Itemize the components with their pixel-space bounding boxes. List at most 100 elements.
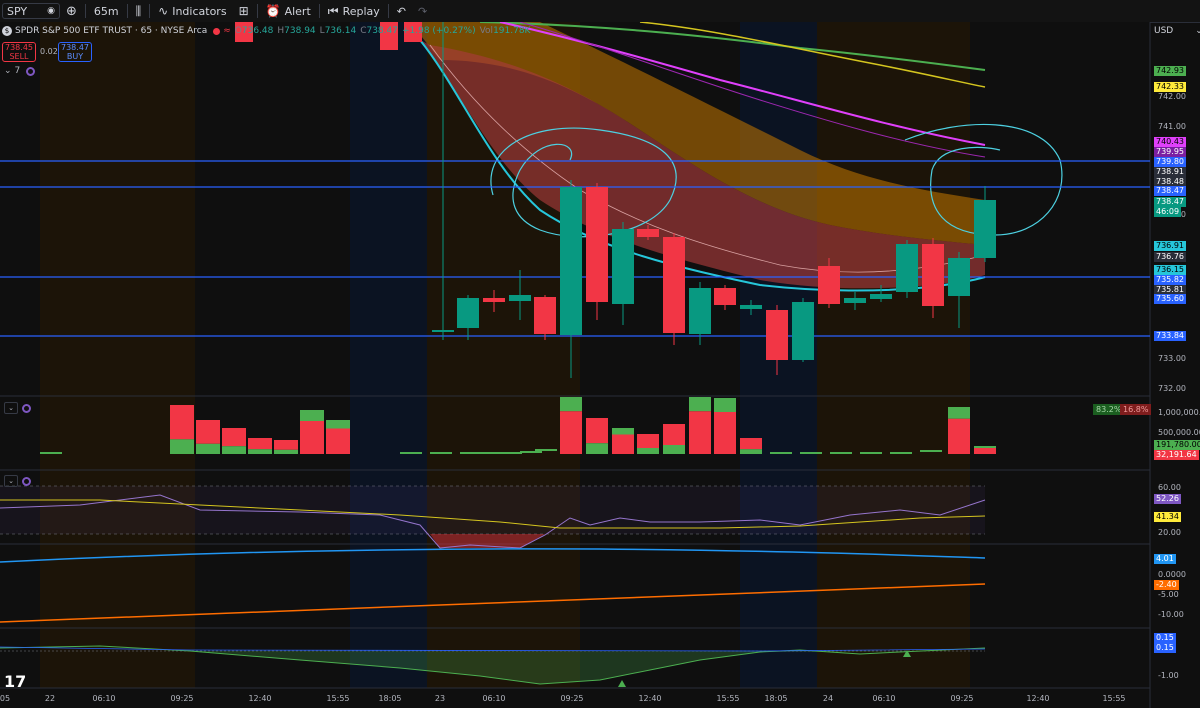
high-value: 738.94 — [284, 26, 316, 36]
time-tick: 06:10 — [482, 694, 506, 703]
candle-body — [560, 187, 582, 335]
chart-type-button[interactable]: ⫼ — [130, 0, 148, 22]
candle-body — [432, 330, 454, 332]
buy-button[interactable]: 738.47 BUY — [58, 42, 92, 62]
session-band — [40, 22, 195, 688]
trend-tag: 4.01 — [1154, 554, 1176, 564]
candle-body — [509, 295, 531, 301]
layouts-button[interactable]: ⊞ — [233, 0, 255, 22]
alarm-icon: ⏰ — [265, 4, 281, 18]
settings-icon[interactable] — [22, 476, 31, 486]
divider — [84, 4, 86, 18]
time-tick: 15:55 — [1102, 694, 1126, 703]
price-tag: 735.82 — [1154, 275, 1186, 285]
volume-bar-bottom — [663, 445, 685, 454]
candle-body — [534, 297, 556, 334]
volume-bar-bottom — [612, 434, 634, 454]
rsi-band — [0, 486, 985, 534]
close-value: 738.47 — [366, 26, 398, 36]
osc-tag: 0.15 — [1154, 643, 1176, 653]
time-tick: 12:40 — [638, 694, 662, 703]
volume-bar-top — [974, 446, 996, 448]
time-tick: 06:10 — [92, 694, 116, 703]
candle-body — [766, 310, 788, 360]
volume-pane-toggle[interactable]: ⌄ — [4, 402, 31, 414]
indicators-button[interactable]: ∿ Indicators — [152, 0, 232, 22]
volume-bar-bottom — [948, 418, 970, 454]
rsi-tag: 52.26 — [1154, 494, 1181, 504]
symbol-search[interactable]: SPY ◉ — [2, 3, 60, 19]
replay-button[interactable]: ⏮ Replay — [322, 0, 386, 22]
time-tick: 18:05 — [764, 694, 788, 703]
sell-pct-badge: 16.8% — [1120, 404, 1152, 415]
volume-bar-top — [586, 418, 608, 444]
volume-bar-bottom — [714, 412, 736, 454]
eye-icon[interactable]: ◉ — [47, 6, 55, 16]
volume-bar-small — [535, 449, 557, 451]
vol-value: 191.78K — [493, 26, 531, 36]
price-tick: 741.00 — [1158, 122, 1186, 131]
volume-bar-small — [860, 452, 882, 454]
volume-bar-bottom — [740, 449, 762, 454]
redo-button[interactable]: ↷ — [412, 0, 433, 22]
replay-label: Replay — [342, 4, 380, 18]
time-tick: 09:25 — [560, 694, 584, 703]
high-label: H — [277, 26, 285, 36]
chevron-down-icon: ⌄ — [1195, 26, 1200, 36]
interval-button[interactable]: 65m — [88, 0, 125, 22]
time-tick: 06:10 — [872, 694, 896, 703]
currency-selector[interactable]: USD ⌄ — [1154, 26, 1200, 36]
vol-label: Vol — [479, 26, 494, 36]
time-tick: 24 — [822, 694, 834, 703]
session-band — [970, 22, 1150, 688]
volume-bar-top — [637, 434, 659, 448]
symbol-text: SPY — [7, 4, 28, 18]
undo-button[interactable]: ↶ — [391, 0, 412, 22]
currency-label: USD — [1154, 26, 1174, 36]
volume-bar-small — [480, 452, 502, 454]
volume-bar-small — [520, 451, 542, 453]
volume-tag: 191,780.00 — [1154, 440, 1200, 450]
settings-icon[interactable] — [22, 403, 31, 413]
rsi-pane-toggle[interactable]: ⌄ — [4, 475, 31, 487]
divider — [318, 4, 320, 18]
candle-body — [818, 266, 840, 304]
volume-bar-top — [196, 420, 220, 444]
tradingview-logo[interactable]: 17 — [4, 672, 26, 691]
add-symbol-button[interactable]: ⊕ — [60, 0, 83, 22]
time-tick: 05 — [0, 694, 11, 703]
price-tag: 742.33 — [1154, 82, 1186, 92]
price-tag: 735.60 — [1154, 294, 1186, 304]
osc-tick: -1.00 — [1158, 671, 1179, 680]
sell-button[interactable]: 738.45 SELL — [2, 42, 36, 62]
symbol-logo-icon: $ — [2, 26, 12, 36]
spread-value: 0.02 — [40, 47, 58, 56]
alert-button[interactable]: ⏰ Alert — [260, 0, 317, 22]
volume-bar-top — [560, 397, 582, 412]
chart-canvas[interactable] — [0, 22, 1200, 708]
price-tag: 740.43 — [1154, 137, 1186, 147]
time-tick: 12:40 — [248, 694, 272, 703]
candle-body — [637, 229, 659, 237]
grid-icon: ⊞ — [238, 4, 249, 18]
plus-circle-icon: ⊕ — [66, 3, 77, 19]
open-label: O — [234, 26, 242, 36]
volume-bar-bottom — [974, 448, 996, 454]
candle-body — [714, 288, 736, 305]
chevron-down-icon: ⌄ — [4, 475, 18, 487]
volume-tick: 500,000.00 — [1158, 428, 1200, 437]
volume-bar-small — [460, 452, 482, 454]
indicators-icon: ∿ — [158, 4, 169, 18]
data-source-icon: ≈ — [223, 26, 231, 36]
price-tag: 733.84 — [1154, 331, 1186, 341]
indicators-toggle[interactable]: ⌄ 7 — [4, 66, 36, 76]
volume-bar-top — [740, 438, 762, 450]
price-tag: 739.95 — [1154, 147, 1186, 157]
price-tag: 46:09 — [1154, 207, 1182, 217]
settings-icon[interactable] — [26, 66, 36, 76]
candle-body — [457, 298, 479, 328]
redo-icon: ↷ — [418, 4, 428, 18]
price-tag: 738.47 — [1154, 197, 1186, 207]
volume-bar-top — [326, 420, 350, 429]
legend-title[interactable]: SPDR S&P 500 ETF TRUST · 65 · NYSE Arca — [15, 26, 207, 36]
